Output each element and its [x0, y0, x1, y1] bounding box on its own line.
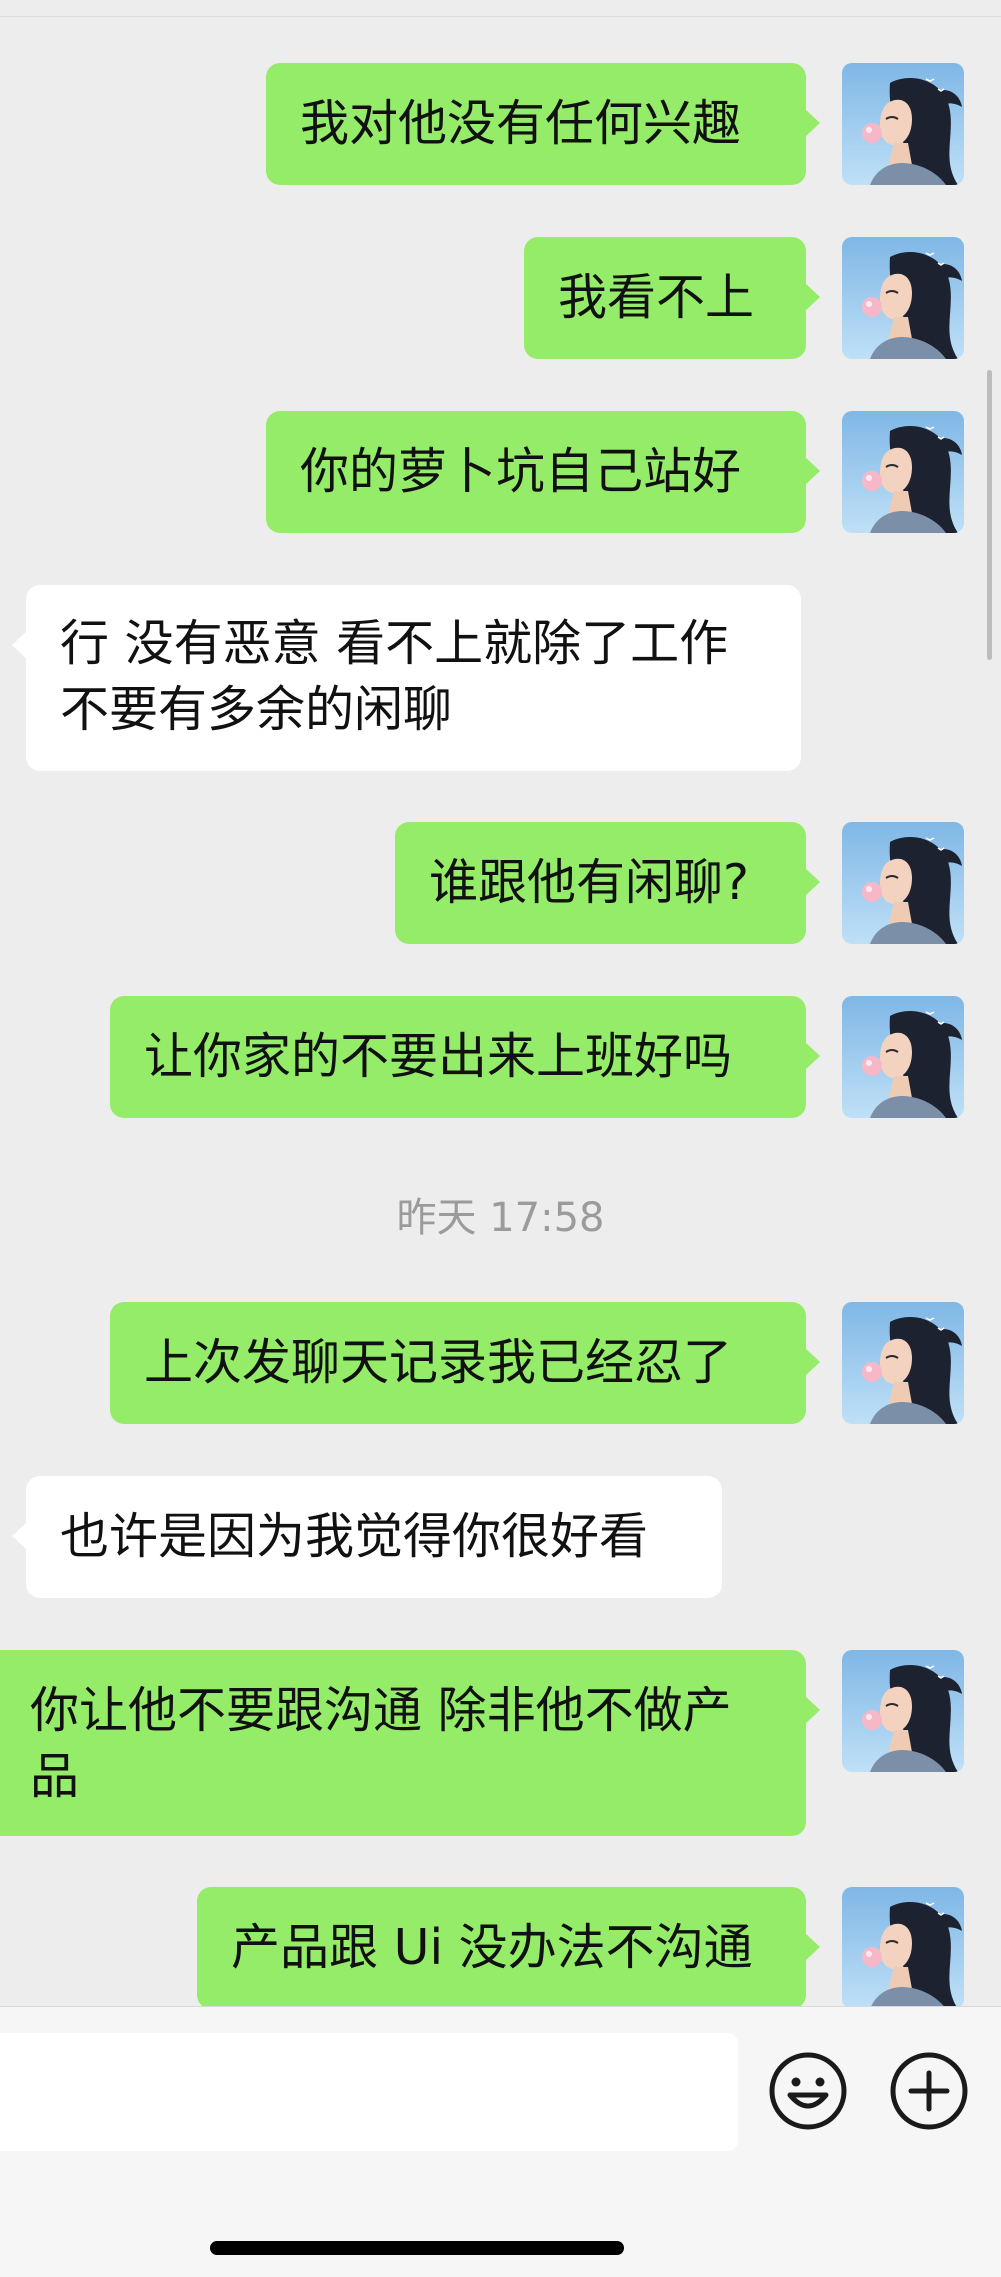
- timestamp: 昨天 17:58: [396, 1195, 605, 1241]
- message-bubble-incoming[interactable]: 也许是因为我觉得你很好看: [12, 1476, 722, 1598]
- chat-area[interactable]: 我对他没有任何兴趣 我看不上 你的萝卜坑自己站好 行 没有恶意 看不上就除了工作…: [0, 0, 1001, 2006]
- message-bubble-outgoing[interactable]: 我看不上: [524, 237, 820, 359]
- avatar[interactable]: [842, 411, 964, 533]
- scrollbar[interactable]: [987, 370, 992, 660]
- home-indicator[interactable]: [210, 2241, 624, 2255]
- message-bubble-outgoing[interactable]: 你让他不要跟沟通 除非他不做产 品: [0, 1650, 820, 1836]
- avatar[interactable]: [842, 237, 964, 359]
- message-bubble-outgoing[interactable]: 产品跟 Ui 没办法不沟通: [197, 1887, 820, 2006]
- message-bubble-outgoing[interactable]: 让你家的不要出来上班好吗: [110, 996, 820, 1118]
- message-bubble-outgoing[interactable]: 你的萝卜坑自己站好: [266, 411, 820, 533]
- avatar[interactable]: [842, 63, 964, 185]
- message-bubble-outgoing[interactable]: 我对他没有任何兴趣: [266, 63, 820, 185]
- divider: [0, 16, 1001, 17]
- emoji-icon[interactable]: [768, 2051, 848, 2131]
- message-bubble-incoming[interactable]: 行 没有恶意 看不上就除了工作 不要有多余的闲聊: [12, 585, 801, 771]
- avatar[interactable]: [842, 1650, 964, 1772]
- input-bar: [0, 2006, 1001, 2277]
- message-input[interactable]: [0, 2033, 738, 2151]
- avatar[interactable]: [842, 1302, 964, 1424]
- plus-circle-icon[interactable]: [889, 2051, 969, 2131]
- avatar[interactable]: [842, 996, 964, 1118]
- message-bubble-outgoing[interactable]: 谁跟他有闲聊?: [395, 822, 820, 944]
- avatar[interactable]: [842, 1887, 964, 2006]
- avatar[interactable]: [842, 822, 964, 944]
- message-bubble-outgoing[interactable]: 上次发聊天记录我已经忍了: [110, 1302, 820, 1424]
